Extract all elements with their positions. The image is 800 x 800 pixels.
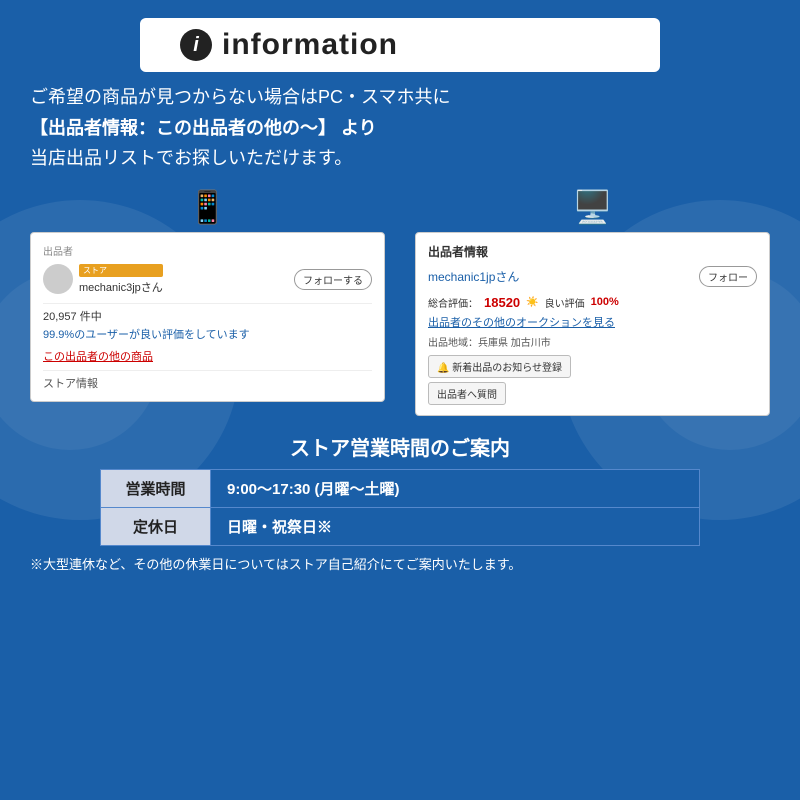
mobile-store-info: ストア情報 — [43, 375, 372, 391]
mobile-seller-name: mechanic3jpさん — [79, 282, 163, 294]
mobile-mock-screen: 出品者 ストア mechanic3jpさん フォローする 20,957 件中 9… — [30, 232, 385, 402]
hours-table: 営業時間 9:00〜17:30 (月曜〜土曜) 定休日 日曜・祝祭日※ — [100, 469, 700, 546]
mobile-review-percent: 99.9%のユーザーが良い評価をしています — [43, 326, 372, 342]
description-block: ご希望の商品が見つからない場合はPC・スマホ共に 【出品者情報：この出品者の他の… — [30, 82, 770, 174]
rating-sun-icon: ☀️ — [526, 297, 538, 308]
hours-title: ストア営業時間のご案内 — [290, 432, 510, 461]
footnote: ※大型連休など、その他の休業日についてはストア自己紹介にてご案内いたします。 — [30, 554, 770, 573]
pc-section-label: 出品者情報 — [428, 243, 757, 260]
mobile-review-count: 20,957 件中 — [43, 308, 372, 324]
page-title: information — [222, 28, 398, 62]
auction-link[interactable]: 出品者のその他のオークションを見る — [428, 314, 757, 330]
mobile-follow-button[interactable]: フォローする — [294, 269, 372, 290]
hours-value-0: 9:00〜17:30 (月曜〜土曜) — [211, 469, 700, 507]
mobile-seller-row: ストア mechanic3jpさん フォローする — [43, 264, 372, 295]
notify-button[interactable]: 🔔 新着出品のお知らせ登録 — [428, 355, 571, 378]
hours-label-1: 定休日 — [101, 507, 211, 545]
rating-percent: 100% — [591, 296, 619, 308]
table-row: 営業時間 9:00〜17:30 (月曜〜土曜) — [101, 469, 700, 507]
description-line2: 【出品者情報：この出品者の他の〜】 より — [30, 113, 770, 144]
description-line1: ご希望の商品が見つからない場合はPC・スマホ共に — [30, 82, 770, 113]
store-badge: ストア — [79, 264, 163, 277]
hours-label-0: 営業時間 — [101, 469, 211, 507]
rating-number: 18520 — [484, 295, 520, 310]
avatar — [43, 264, 73, 294]
rating-row: 総合評価： 18520 ☀️ 良い評価 100% — [428, 295, 757, 310]
mobile-section-label: 出品者 — [43, 243, 372, 258]
mobile-col: 📱 出品者 ストア mechanic3jpさん フォローする 20,957 件中… — [30, 188, 385, 402]
pc-seller-name: mechanic1jpさん — [428, 268, 519, 285]
pc-follow-button[interactable]: フォロー — [699, 266, 757, 287]
pc-col: 🖥️ 出品者情報 mechanic1jpさん フォロー 総合評価： 18520 … — [415, 188, 770, 416]
info-icon: i — [180, 29, 212, 61]
smartphone-icon: 📱 — [188, 188, 228, 226]
mobile-seller-info: ストア mechanic3jpさん — [79, 264, 163, 295]
screenshots-row: 📱 出品者 ストア mechanic3jpさん フォローする 20,957 件中… — [30, 188, 770, 416]
pc-mock-screen: 出品者情報 mechanic1jpさん フォロー 総合評価： 18520 ☀️ … — [415, 232, 770, 416]
rating-good-label: 良い評価 — [545, 295, 585, 310]
rating-label: 総合評価： — [428, 295, 478, 310]
question-button[interactable]: 出品者へ質問 — [428, 382, 506, 405]
pc-seller-row: mechanic1jpさん フォロー — [428, 266, 757, 287]
table-row: 定休日 日曜・祝祭日※ — [101, 507, 700, 545]
header-box: i information — [140, 18, 660, 72]
hours-section: ストア営業時間のご案内 営業時間 9:00〜17:30 (月曜〜土曜) 定休日 … — [30, 432, 770, 573]
computer-icon: 🖥️ — [573, 188, 613, 226]
location-label: 出品地域：兵庫県 加古川市 — [428, 334, 757, 349]
description-line3: 当店出品リストでお探しいただけます。 — [30, 143, 770, 174]
hours-value-1: 日曜・祝祭日※ — [211, 507, 700, 545]
mobile-other-link[interactable]: この出品者の他の商品 — [43, 348, 372, 364]
